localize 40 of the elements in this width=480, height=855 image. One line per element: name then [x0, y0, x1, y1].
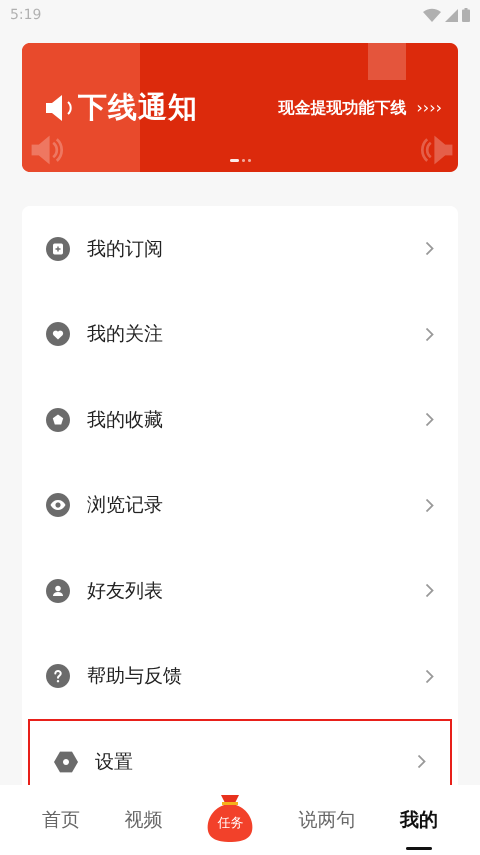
battery-icon [462, 8, 470, 22]
chevron-icon [425, 583, 434, 598]
speaker-icon [46, 94, 74, 120]
menu-item[interactable]: 好友列表 [22, 548, 458, 634]
wifi-icon [423, 8, 441, 22]
person-icon [46, 578, 70, 603]
chevron-icon [425, 241, 434, 256]
chevron-icon [425, 498, 434, 513]
signal-icon [445, 8, 458, 22]
menu-item[interactable]: 我的订阅 [22, 206, 458, 292]
nav-tab[interactable]: 说两句 [296, 807, 358, 833]
menu-item[interactable]: 我的关注 [22, 292, 458, 377]
menu-label: 我的订阅 [87, 236, 163, 262]
chevron-icon [417, 754, 426, 770]
menu-label: 我的关注 [87, 322, 163, 347]
menu-label: 我的收藏 [87, 408, 163, 432]
tab-indicator [406, 847, 432, 850]
banner-title: 下线通知 [78, 88, 198, 126]
banner-stripe [368, 43, 406, 80]
menu-item[interactable]: 帮助与反馈 [22, 634, 458, 719]
menu-label: 浏览记录 [87, 493, 163, 518]
question-icon [46, 664, 70, 688]
nav-tab[interactable]: 我的 [398, 807, 440, 833]
menu-item[interactable]: 我的收藏 [22, 377, 458, 462]
nav-tab[interactable]: 视频 [122, 807, 164, 833]
chevron-icon [425, 668, 434, 684]
chevron-icon [425, 326, 434, 342]
banner-subtitle: 现金提现功能下线 [278, 96, 406, 118]
eye-icon [46, 493, 70, 518]
bookmark-icon [46, 236, 70, 261]
banner-arrows: ›››› [416, 96, 442, 118]
menu-label: 好友列表 [87, 578, 163, 604]
hexagon-icon [54, 750, 78, 774]
chevron-icon [425, 412, 434, 428]
notice-banner[interactable]: 下线通知 现金提现功能下线 ›››› [22, 43, 458, 172]
menu-label: 设置 [95, 750, 133, 774]
nav-tab[interactable]: 首页 [40, 807, 82, 833]
status-time: 5:19 [10, 6, 42, 24]
menu-item[interactable]: 浏览记录 [22, 462, 458, 548]
menu-label: 帮助与反馈 [87, 664, 182, 689]
